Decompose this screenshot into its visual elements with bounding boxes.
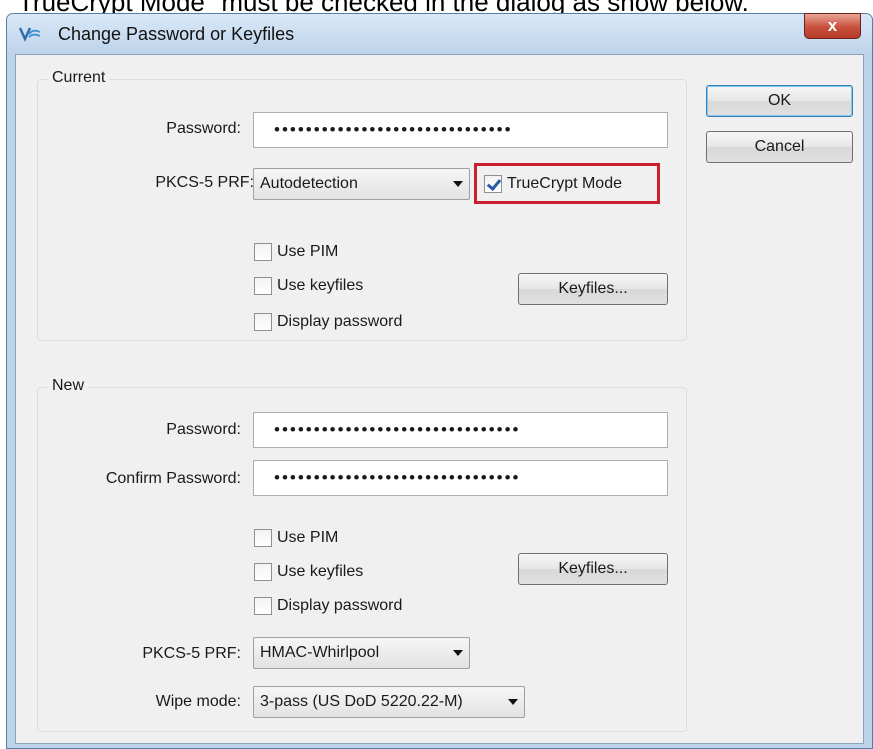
chevron-down-icon — [453, 650, 463, 656]
new-keyfiles-button[interactable]: Keyfiles... — [518, 553, 668, 585]
cancel-button[interactable]: Cancel — [706, 131, 853, 163]
new-display-password-checkbox[interactable]: Display password — [254, 597, 402, 615]
current-prf-label: PKCS-5 PRF: — [155, 174, 254, 191]
new-prf-label: PKCS-5 PRF: — [142, 645, 241, 662]
current-use-pim-label: Use PIM — [277, 243, 339, 260]
dialog-body: Current Password: ••••••••••••••••••••••… — [15, 54, 864, 744]
close-icon: x — [827, 16, 838, 35]
current-display-password-checkbox[interactable]: Display password — [254, 313, 402, 331]
confirm-password-field[interactable]: ••••••••••••••••••••••••••••••• — [253, 460, 668, 496]
current-keyfiles-button[interactable]: Keyfiles... — [518, 273, 668, 305]
change-password-dialog: Change Password or Keyfiles x Current Pa… — [6, 13, 873, 749]
new-prf-value: HMAC-Whirlpool — [260, 644, 380, 661]
checkbox-icon — [254, 277, 272, 295]
veracrypt-logo-icon — [19, 27, 41, 42]
current-password-field[interactable]: •••••••••••••••••••••••••••••• — [253, 112, 668, 148]
current-password-label: Password: — [166, 120, 241, 137]
wipe-mode-value: 3-pass (US DoD 5220.22-M) — [260, 693, 463, 710]
new-use-pim-label: Use PIM — [277, 529, 339, 546]
window-title: Change Password or Keyfiles — [58, 24, 295, 44]
current-use-keyfiles-label: Use keyfiles — [277, 277, 364, 294]
confirm-password-label: Confirm Password: — [105, 470, 241, 487]
checkbox-icon — [254, 563, 272, 581]
new-use-keyfiles-checkbox[interactable]: Use keyfiles — [254, 563, 363, 581]
checkbox-icon — [254, 597, 272, 615]
truecrypt-mode-label: TrueCrypt Mode — [507, 175, 622, 192]
new-display-password-label: Display password — [277, 597, 403, 614]
new-use-keyfiles-label: Use keyfiles — [277, 563, 364, 580]
checkbox-icon — [254, 313, 272, 331]
chevron-down-icon — [508, 699, 518, 705]
new-legend: New — [48, 377, 89, 395]
title-bar[interactable]: Change Password or Keyfiles x — [7, 13, 872, 54]
current-use-pim-checkbox[interactable]: Use PIM — [254, 243, 338, 261]
wipe-mode-select[interactable]: 3-pass (US DoD 5220.22-M) — [253, 686, 525, 718]
current-use-keyfiles-checkbox[interactable]: Use keyfiles — [254, 277, 363, 295]
truecrypt-mode-checkbox[interactable]: TrueCrypt Mode — [484, 175, 622, 193]
new-password-field[interactable]: ••••••••••••••••••••••••••••••• — [253, 412, 668, 448]
wipe-mode-label: Wipe mode: — [155, 693, 241, 710]
checkbox-icon — [254, 243, 272, 261]
current-display-password-label: Display password — [277, 313, 403, 330]
checkbox-checked-icon — [484, 175, 502, 193]
current-legend: Current — [48, 69, 110, 87]
current-prf-value: Autodetection — [260, 175, 358, 192]
checkbox-icon — [254, 529, 272, 547]
new-prf-select[interactable]: HMAC-Whirlpool — [253, 637, 470, 669]
ok-button[interactable]: OK — [706, 85, 853, 117]
current-prf-select[interactable]: Autodetection — [253, 168, 470, 200]
new-use-pim-checkbox[interactable]: Use PIM — [254, 529, 338, 547]
chevron-down-icon — [453, 181, 463, 187]
close-button[interactable]: x — [804, 13, 861, 39]
new-password-label: Password: — [166, 421, 241, 438]
